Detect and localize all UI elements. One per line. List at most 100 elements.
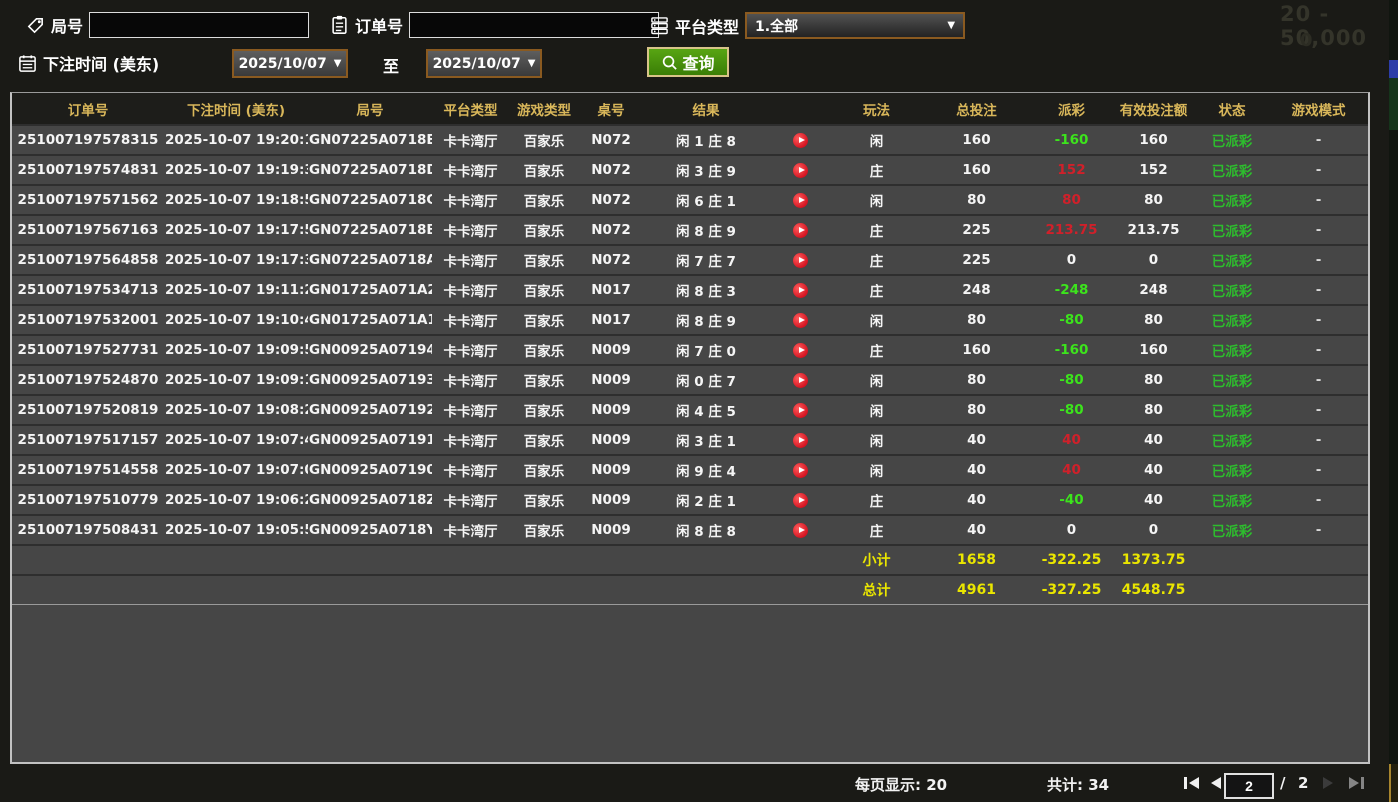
col-bet-time: 下注时间 (美东)	[164, 93, 308, 125]
order-number-input[interactable]	[409, 12, 659, 38]
replay-play-icon[interactable]	[793, 193, 808, 208]
replay-play-icon[interactable]	[793, 163, 808, 178]
table-number-cell: N009	[579, 425, 643, 455]
replay-cell	[769, 425, 831, 455]
calendar-icon	[18, 54, 37, 73]
play-method-cell: 闲	[831, 185, 922, 215]
table-row: 251007197524870 2025-10-07 19:09:15 GN00…	[12, 365, 1368, 395]
table-number-cell: N072	[579, 125, 643, 155]
platform-type-cell: 卡卡湾厅	[432, 305, 509, 335]
tag-icon	[26, 16, 45, 35]
play-method-cell: 闲	[831, 395, 922, 425]
valid-bet-cell: 160	[1112, 335, 1195, 365]
game-mode-cell: -	[1269, 455, 1368, 485]
date-to-select[interactable]: 2025/10/07 ▼	[426, 49, 542, 78]
replay-cell	[769, 275, 831, 305]
total-bet-cell: 160	[922, 155, 1031, 185]
valid-bet-cell: 160	[1112, 125, 1195, 155]
payout-cell: 213.75	[1031, 215, 1112, 245]
server-stack-icon	[650, 16, 669, 35]
replay-cell	[769, 155, 831, 185]
game-type-cell: 百家乐	[509, 365, 579, 395]
replay-play-icon[interactable]	[793, 313, 808, 328]
game-type-cell: 百家乐	[509, 305, 579, 335]
replay-play-icon[interactable]	[793, 253, 808, 268]
total-bet-cell: 80	[922, 185, 1031, 215]
platform-type-select[interactable]: 1.全部 ▼	[745, 12, 965, 39]
game-type-cell: 百家乐	[509, 395, 579, 425]
search-button[interactable]: 查询	[647, 47, 729, 77]
result-cell: 闲 9 庄 4	[643, 455, 769, 485]
payout-cell: 40	[1031, 425, 1112, 455]
result-cell: 闲 4 庄 5	[643, 395, 769, 425]
replay-play-icon[interactable]	[793, 433, 808, 448]
platform-type-cell: 卡卡湾厅	[432, 155, 509, 185]
total-bet-cell: 80	[922, 365, 1031, 395]
replay-play-icon[interactable]	[793, 343, 808, 358]
play-method-cell: 庄	[831, 335, 922, 365]
replay-play-icon[interactable]	[793, 523, 808, 538]
replay-play-icon[interactable]	[793, 403, 808, 418]
prev-page-button[interactable]	[1210, 776, 1222, 790]
round-number-cell: GN00925A0718Y	[308, 515, 432, 545]
round-number-input[interactable]	[89, 12, 309, 38]
result-cell: 闲 2 庄 1	[643, 485, 769, 515]
col-table-number: 桌号	[579, 93, 643, 125]
chevron-down-icon: ▼	[528, 58, 536, 69]
status-cell: 已派彩	[1195, 305, 1269, 335]
next-page-button[interactable]	[1322, 776, 1334, 790]
bet-time-cell: 2025-10-07 19:09:15	[164, 365, 308, 395]
order-number-cell: 251007197534713	[12, 275, 164, 305]
game-mode-cell: -	[1269, 425, 1368, 455]
game-type-cell: 百家乐	[509, 245, 579, 275]
platform-type-cell: 卡卡湾厅	[432, 245, 509, 275]
replay-cell	[769, 215, 831, 245]
table-number-cell: N017	[579, 275, 643, 305]
first-page-button[interactable]	[1184, 776, 1200, 790]
status-cell: 已派彩	[1195, 245, 1269, 275]
col-result: 结果	[643, 93, 769, 125]
order-number-cell: 251007197520819	[12, 395, 164, 425]
payout-cell: 0	[1031, 515, 1112, 545]
round-number-label: 局号	[51, 13, 83, 37]
replay-play-icon[interactable]	[793, 463, 808, 478]
date-to-value: 2025/10/07	[433, 56, 521, 72]
subtotal-spacer-right	[1195, 545, 1368, 575]
table-number-cell: N009	[579, 395, 643, 425]
date-from-select[interactable]: 2025/10/07 ▼	[232, 49, 348, 78]
replay-play-icon[interactable]	[793, 133, 808, 148]
replay-play-icon[interactable]	[793, 373, 808, 388]
total-pages-label: 2	[1298, 774, 1308, 792]
result-cell: 闲 8 庄 8	[643, 515, 769, 545]
game-mode-cell: -	[1269, 125, 1368, 155]
order-number-filter: 订单号	[330, 12, 659, 38]
col-total-bet: 总投注	[922, 93, 1031, 125]
order-number-cell: 251007197524870	[12, 365, 164, 395]
background-sliver	[1389, 0, 1398, 802]
order-number-cell: 251007197532001	[12, 305, 164, 335]
platform-type-filter: 平台类型 1.全部 ▼	[650, 12, 965, 39]
subtotal-payout: -322.25	[1031, 545, 1112, 575]
valid-bet-cell: 40	[1112, 455, 1195, 485]
replay-cell	[769, 365, 831, 395]
replay-play-icon[interactable]	[793, 493, 808, 508]
replay-play-icon[interactable]	[793, 283, 808, 298]
valid-bet-cell: 0	[1112, 515, 1195, 545]
replay-play-icon[interactable]	[793, 223, 808, 238]
platform-type-cell: 卡卡湾厅	[432, 455, 509, 485]
game-mode-cell: -	[1269, 395, 1368, 425]
last-page-button[interactable]	[1348, 776, 1364, 790]
total-bet-cell: 225	[922, 245, 1031, 275]
status-cell: 已派彩	[1195, 335, 1269, 365]
game-type-cell: 百家乐	[509, 275, 579, 305]
payout-cell: -80	[1031, 305, 1112, 335]
bet-time-cell: 2025-10-07 19:11:20	[164, 275, 308, 305]
total-bet-cell: 80	[922, 305, 1031, 335]
result-cell: 闲 3 庄 1	[643, 425, 769, 455]
page-number-input[interactable]	[1224, 773, 1274, 799]
table-number-cell: N072	[579, 215, 643, 245]
order-number-cell: 251007197510779	[12, 485, 164, 515]
order-number-cell: 251007197564858	[12, 245, 164, 275]
table-row: 251007197534713 2025-10-07 19:11:20 GN01…	[12, 275, 1368, 305]
table-row: 251007197578315 2025-10-07 19:20:15 GN07…	[12, 125, 1368, 155]
